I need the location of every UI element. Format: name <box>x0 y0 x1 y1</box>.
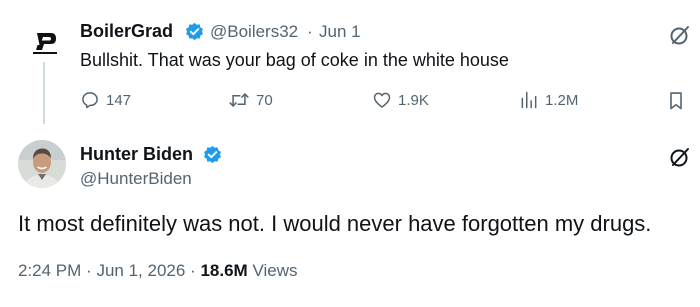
purdue-logo-avatar[interactable] <box>28 26 62 60</box>
bookmark-icon <box>670 92 682 110</box>
bookmark-button[interactable] <box>667 91 685 111</box>
tweet-time[interactable]: 2:24 PM <box>18 261 81 280</box>
views-total: 18.6M <box>200 261 248 280</box>
reply-author-name[interactable]: BoilerGrad <box>80 21 173 42</box>
analytics-icon <box>521 91 537 109</box>
grok-icon[interactable] <box>669 146 691 168</box>
thread-connector-line <box>43 62 45 124</box>
retweet-count: 70 <box>256 91 273 109</box>
verified-badge-icon <box>185 22 204 41</box>
separator-dot: · <box>86 261 92 280</box>
hunter-biden-avatar[interactable] <box>18 140 66 188</box>
reply-author-handle[interactable]: @Boilers32 <box>210 22 298 42</box>
like-button[interactable]: 1.9K <box>372 90 429 110</box>
reply-tweet-text: Bullshit. That was your bag of coke in t… <box>80 50 509 70</box>
retweet-icon <box>229 93 249 107</box>
main-author-name[interactable]: Hunter Biden <box>80 144 193 165</box>
separator-dot: · <box>307 22 313 41</box>
main-author-handle[interactable]: @HunterBiden <box>80 169 192 189</box>
reply-date[interactable]: Jun 1 <box>319 22 361 42</box>
like-count: 1.9K <box>398 91 429 109</box>
reply-count: 147 <box>106 91 132 109</box>
main-tweet-text: It most definitely was not. I would neve… <box>18 211 652 236</box>
retweet-button[interactable]: 70 <box>228 90 273 110</box>
tweet-meta: 2:24 PM · Jun 1, 2026 · 18.6M Views <box>18 261 297 281</box>
views-count: 1.2M <box>545 91 579 109</box>
reply-icon <box>82 92 98 109</box>
verified-badge-icon <box>203 145 222 164</box>
heart-icon <box>373 92 391 108</box>
views-button[interactable]: 1.2M <box>519 90 578 110</box>
tweet-date[interactable]: Jun 1, 2026 <box>96 261 185 280</box>
reply-button[interactable]: 147 <box>80 90 131 110</box>
separator-dot: · <box>190 261 196 280</box>
views-label: Views <box>252 261 298 280</box>
grok-icon[interactable] <box>669 24 691 46</box>
